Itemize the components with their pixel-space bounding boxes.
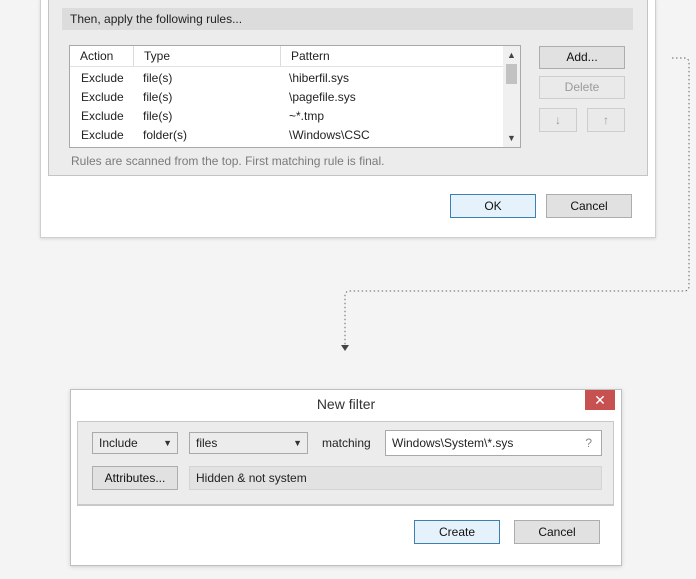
arrow-down-icon xyxy=(341,345,349,351)
attributes-button[interactable]: Attributes... xyxy=(92,466,178,490)
divider xyxy=(77,505,614,506)
action-select-value: Include xyxy=(99,436,138,450)
type-select[interactable]: files ▼ xyxy=(189,432,308,454)
type-select-value: files xyxy=(196,436,218,450)
cancel-button[interactable]: Cancel xyxy=(514,520,600,544)
dialog-title: New filter xyxy=(316,396,376,412)
pattern-input-value: Windows\System\*.sys xyxy=(392,436,514,450)
matching-label: matching xyxy=(322,436,371,450)
close-icon: ✕ xyxy=(594,392,606,408)
help-icon[interactable]: ? xyxy=(585,431,592,455)
action-select[interactable]: Include ▼ xyxy=(92,432,178,454)
create-button[interactable]: Create xyxy=(414,520,500,544)
chevron-down-icon: ▼ xyxy=(293,438,302,448)
pattern-input[interactable]: Windows\System\*.sys ? xyxy=(385,430,602,456)
chevron-down-icon: ▼ xyxy=(163,438,172,448)
close-button[interactable]: ✕ xyxy=(585,390,615,410)
attributes-value: Hidden & not system xyxy=(189,466,602,490)
